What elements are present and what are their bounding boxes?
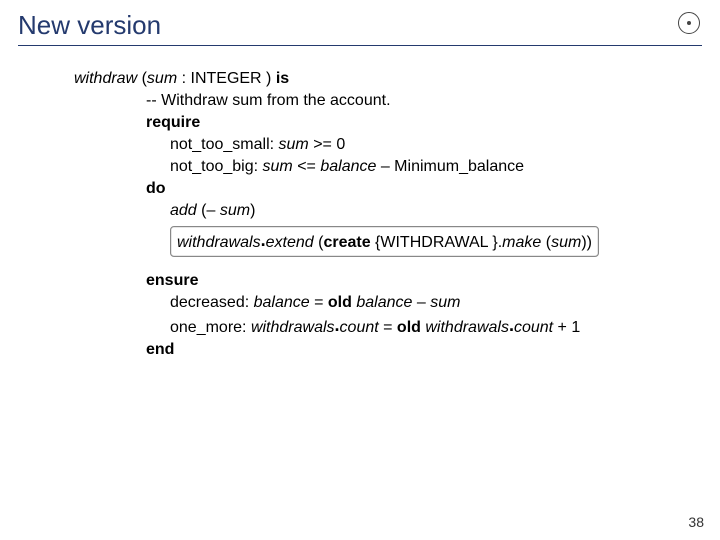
- code-block: withdraw (sum : INTEGER ) is -- Withdraw…: [74, 68, 702, 361]
- dot-icon: .: [335, 315, 340, 335]
- slide-title: New version: [18, 10, 702, 46]
- code-line: withdraw (sum : INTEGER ) is: [74, 68, 702, 90]
- logo-icon: [678, 12, 700, 34]
- code-line: add (– sum): [74, 200, 702, 222]
- code-line: -- Withdraw sum from the account.: [74, 90, 702, 112]
- code-line: not_too_small: sum >= 0: [74, 134, 702, 156]
- code-line: decreased: balance = old balance – sum: [74, 292, 702, 314]
- dot-icon: .: [509, 315, 514, 335]
- code-line: do: [74, 178, 702, 200]
- code-line: require: [74, 112, 702, 134]
- code-line: end: [74, 339, 702, 361]
- code-line: not_too_big: sum <= balance – Minimum_ba…: [74, 156, 702, 178]
- page-number: 38: [688, 514, 704, 530]
- code-line: one_more: withdrawals.count = old withdr…: [74, 314, 702, 339]
- highlight-box: withdrawals.extend (create {WITHDRAWAL }…: [170, 226, 599, 257]
- code-line: ensure: [74, 270, 702, 292]
- code-line-highlighted: withdrawals.extend (create {WITHDRAWAL }…: [74, 223, 702, 260]
- dot-icon: .: [261, 230, 266, 250]
